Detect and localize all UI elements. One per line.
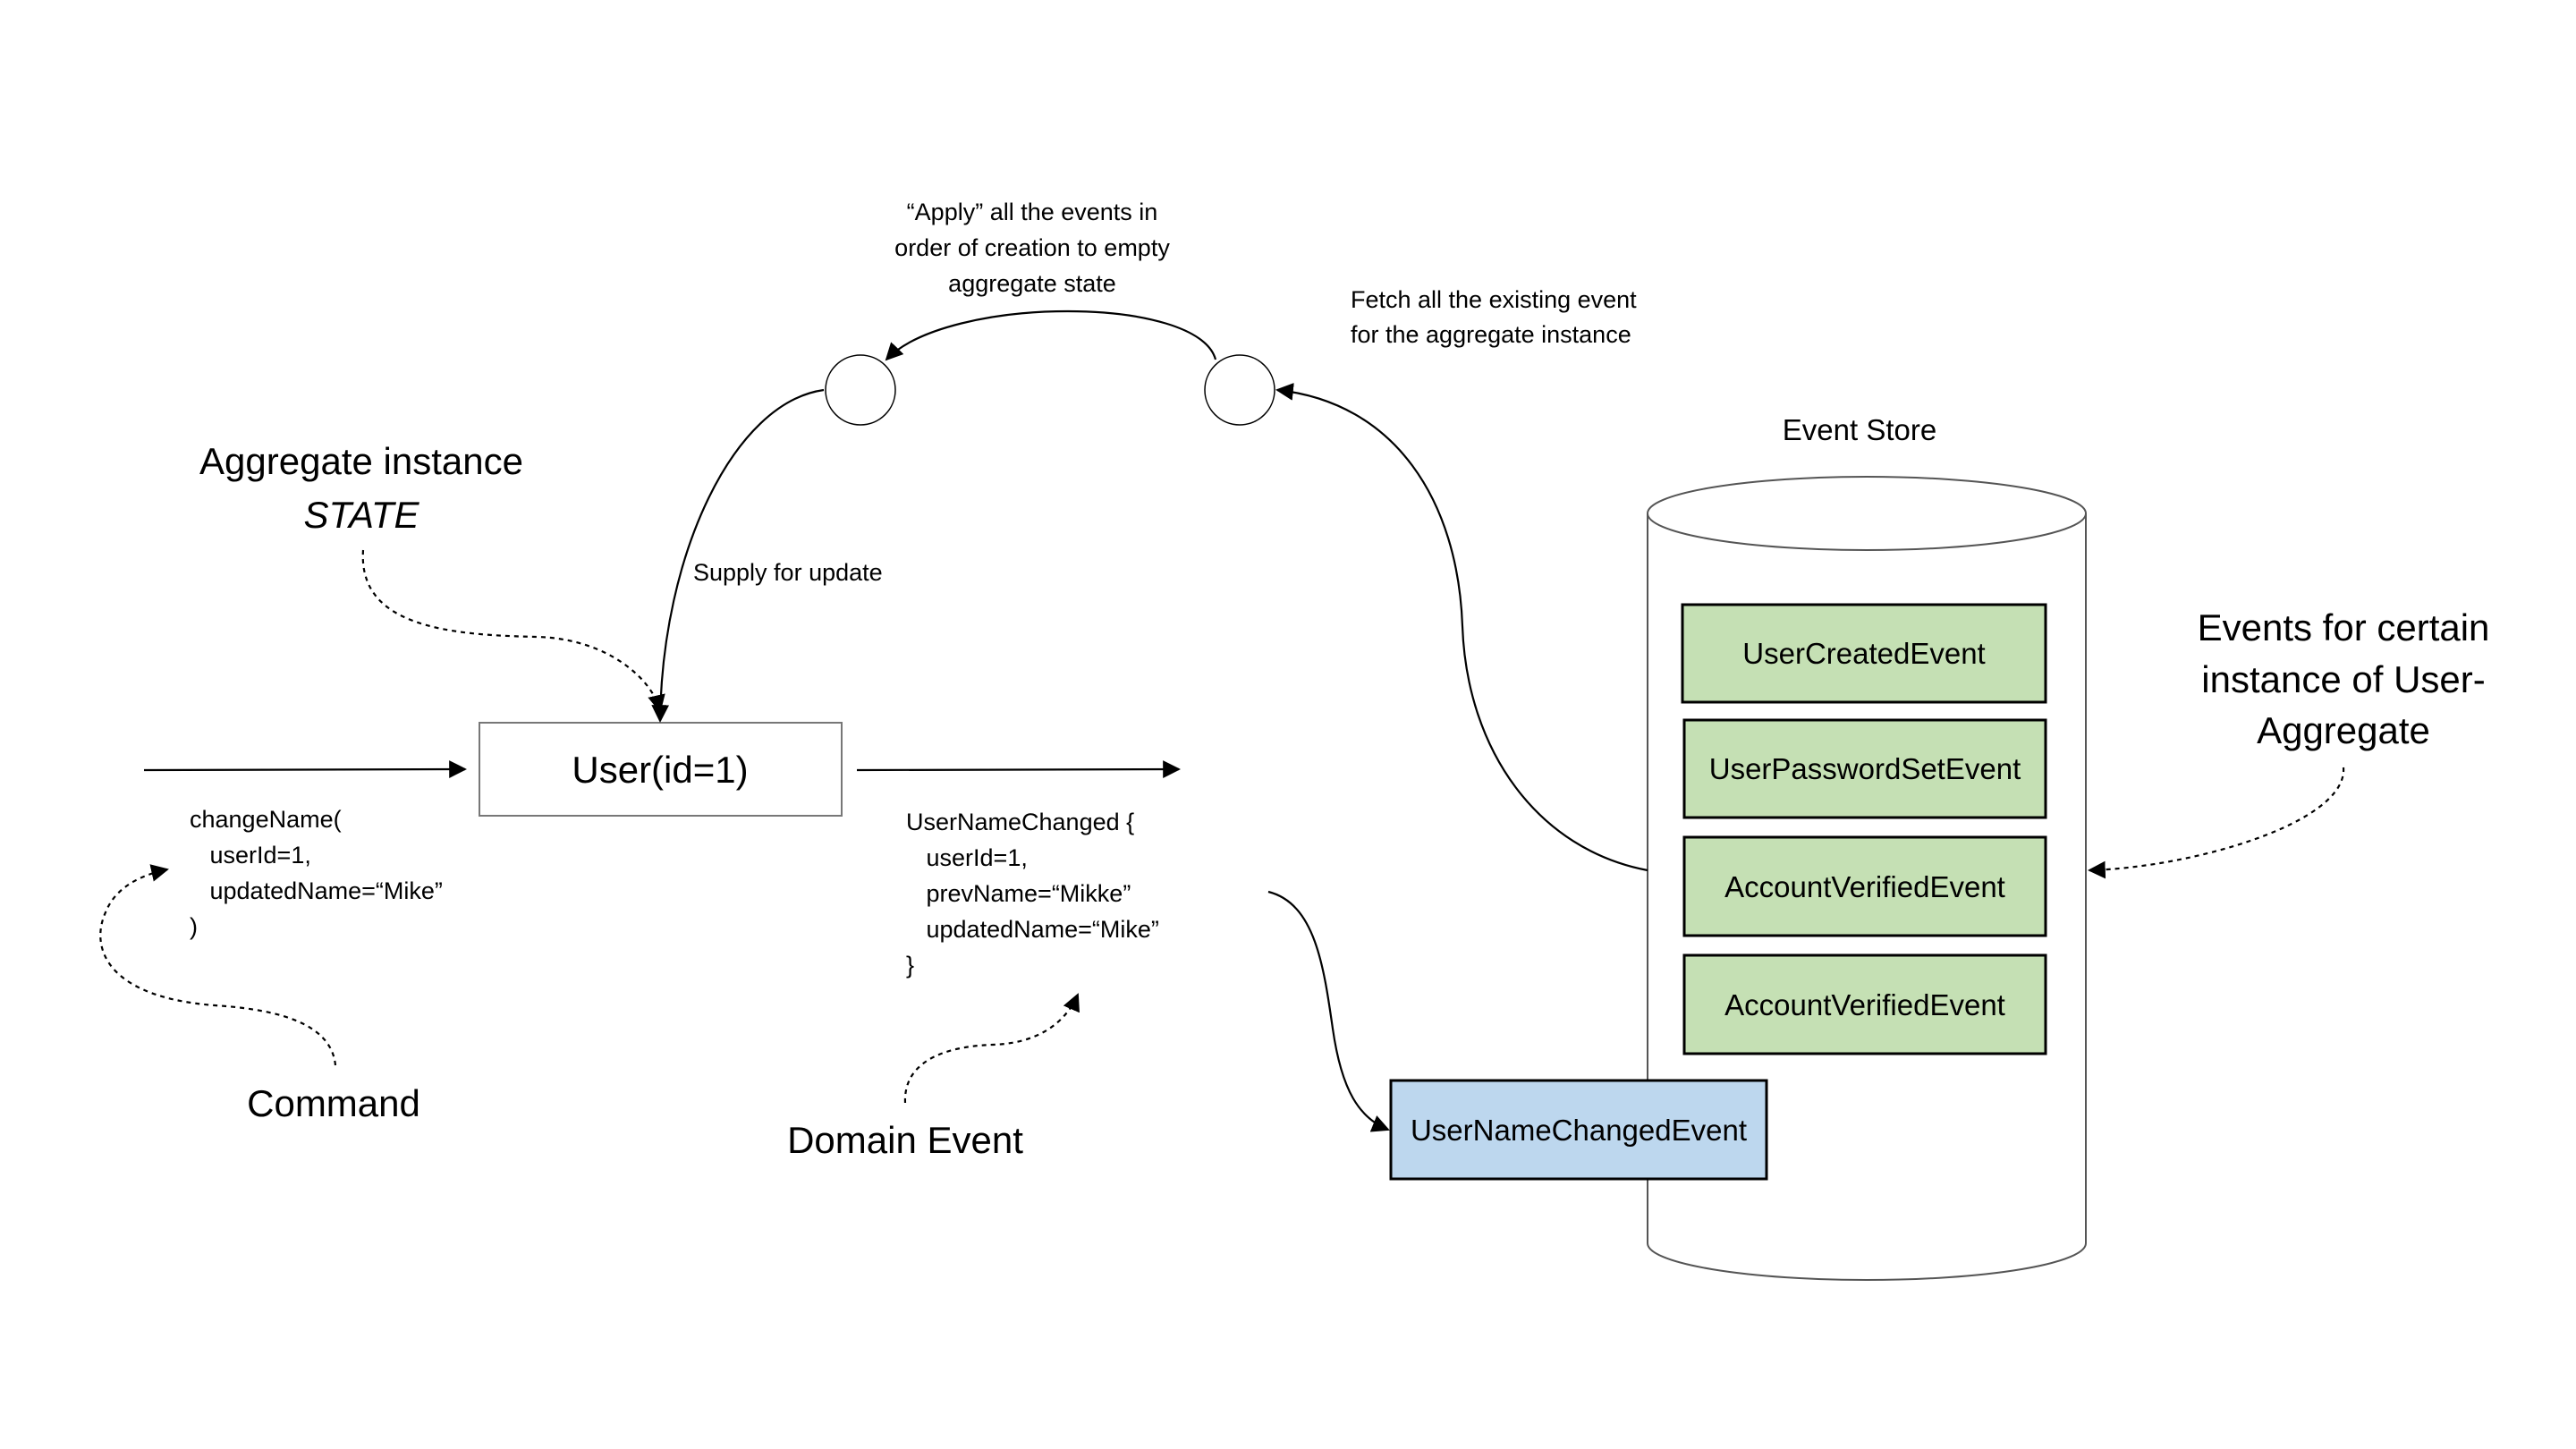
- apply-events-arrow: [885, 309, 1217, 361]
- stored-event-label: UserCreatedEvent: [1742, 637, 1985, 670]
- code-line: userId=1,: [906, 844, 1028, 871]
- apply-note-line: aggregate state: [948, 270, 1116, 297]
- append-event-arrow: [1267, 890, 1390, 1132]
- fetch-step-node: [1204, 354, 1275, 426]
- domain-event-label: Domain Event: [787, 1119, 1023, 1161]
- code-line: }: [906, 952, 914, 979]
- event-sourcing-diagram: Event Store UserCreatedEvent UserPasswor…: [99, 199, 2490, 1281]
- command-code: changeName( userId=1, updatedName=“Mike”…: [190, 806, 443, 940]
- fetch-events-arrow: [1275, 383, 1648, 872]
- apply-note-line: order of creation to empty: [894, 234, 1170, 261]
- stored-event-label: AccountVerifiedEvent: [1724, 870, 2005, 903]
- new-event-label: UserNameChangedEvent: [1411, 1114, 1747, 1147]
- stored-event-label: UserPasswordSetEvent: [1709, 752, 2021, 785]
- stored-event-box: UserCreatedEvent: [1681, 603, 2047, 704]
- code-line: updatedName=“Mike”: [190, 877, 443, 904]
- aggregate-state-label: STATE: [303, 494, 419, 536]
- code-line: UserNameChanged {: [906, 809, 1134, 835]
- supply-label: Supply for update: [693, 559, 883, 586]
- event-code: UserNameChanged { userId=1, prevName=“Mi…: [906, 809, 1159, 979]
- supply-arrow: [651, 388, 825, 723]
- event-store-label: Event Store: [1783, 413, 1936, 446]
- new-event-box: UserNameChangedEvent: [1389, 1079, 1768, 1181]
- stored-event-box: AccountVerifiedEvent: [1682, 953, 2047, 1055]
- stored-event-box: AccountVerifiedEvent: [1682, 835, 2047, 937]
- events-note-callout-arrow: [2088, 767, 2345, 879]
- events-note-line: Aggregate: [2257, 709, 2430, 751]
- aggregate-callout-arrow: [361, 549, 665, 713]
- apply-step-node: [825, 354, 896, 426]
- command-label: Command: [247, 1082, 420, 1124]
- code-line: changeName(: [190, 806, 342, 833]
- command-arrow: [143, 760, 467, 778]
- events-note-line: instance of User-: [2201, 658, 2485, 700]
- aggregate-box: User(id=1): [479, 722, 843, 817]
- events-note-line: Events for certain: [2198, 606, 2490, 648]
- stored-event-box: UserPasswordSetEvent: [1682, 718, 2047, 819]
- aggregate-box-label: User(id=1): [572, 749, 748, 791]
- code-line: userId=1,: [190, 842, 311, 869]
- domain-event-callout-arrow: [903, 993, 1080, 1104]
- stored-event-label: AccountVerifiedEvent: [1724, 988, 2005, 1021]
- apply-note-line: “Apply” all the events in: [907, 199, 1158, 225]
- aggregate-label: Aggregate instance: [199, 440, 523, 482]
- fetch-note-line: Fetch all the existing event: [1351, 286, 1637, 313]
- fetch-note-line: for the aggregate instance: [1351, 321, 1631, 348]
- code-line: updatedName=“Mike”: [906, 916, 1159, 943]
- code-line: ): [190, 913, 198, 940]
- event-arrow: [856, 760, 1181, 778]
- code-line: prevName=“Mikke”: [906, 880, 1131, 907]
